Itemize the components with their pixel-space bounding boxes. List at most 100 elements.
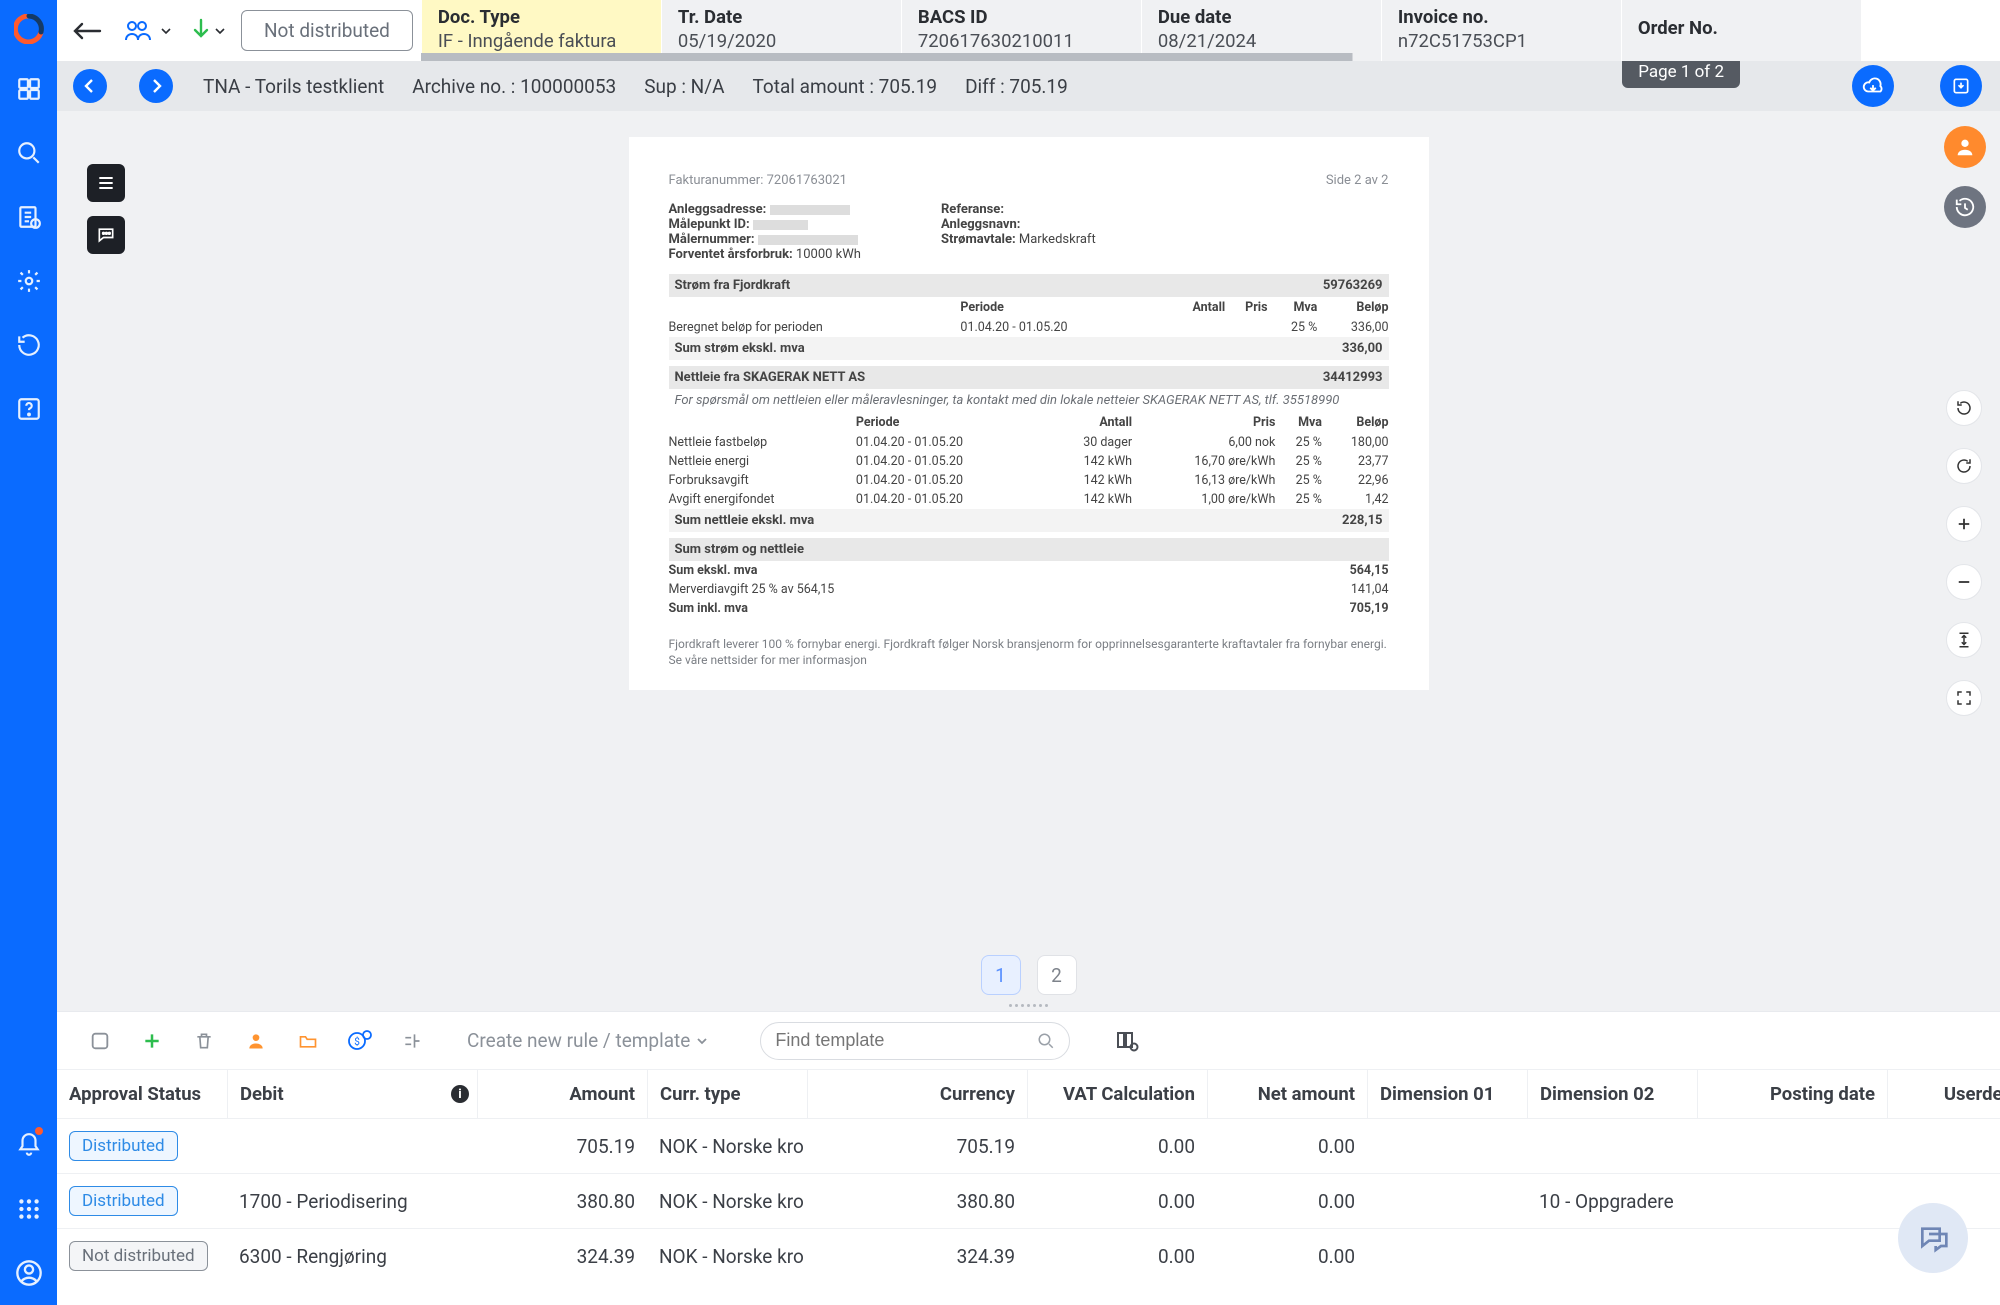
lines-toolbar: $ Create new rule / template (57, 1012, 2000, 1070)
card-bacs-id[interactable]: BACS ID 720617630210011 (901, 0, 1141, 61)
col-net-amount[interactable]: Net amount (1207, 1070, 1367, 1118)
top-bar: Not distributed Doc. Type IF - Inngående… (57, 0, 2000, 61)
assign-user-button[interactable] (1944, 126, 1986, 168)
nav-account[interactable] (0, 1241, 57, 1305)
card-tr-date[interactable]: Tr. Date 05/19/2020 (661, 0, 901, 61)
supplier: Sup : N/A (644, 75, 724, 98)
card-value: 05/19/2020 (678, 30, 885, 52)
fullscreen-button[interactable] (1946, 680, 1982, 716)
grid-row[interactable]: Distributed 1700 - Periodisering 380.80 … (57, 1173, 2000, 1228)
meta-label: Referanse: (941, 202, 1004, 217)
meta-label: Strømavtale: (941, 232, 1016, 247)
col-userdef-15[interactable]: Userdef 15 (1887, 1070, 2000, 1118)
fit-height-button[interactable] (1946, 622, 1982, 658)
folder-button[interactable] (293, 1026, 323, 1056)
right-float-actions (1944, 126, 1986, 228)
cloud-download-button[interactable] (1852, 65, 1894, 107)
card-label: Doc. Type (438, 6, 645, 28)
select-all-checkbox[interactable] (85, 1026, 115, 1056)
annotation-buttons (87, 164, 125, 254)
nav-dashboard[interactable] (0, 57, 57, 121)
page-2-button[interactable]: 2 (1037, 955, 1077, 995)
delete-line-button[interactable] (189, 1026, 219, 1056)
page-1-button[interactable]: 1 (981, 955, 1021, 995)
sum-label: Sum nettleie ekskl. mva (675, 513, 815, 528)
card-invoice-no[interactable]: Invoice no. n72C51753CP1 (1381, 0, 1621, 61)
col-vat-calc[interactable]: VAT Calculation (1027, 1070, 1207, 1118)
nav-documents[interactable] (0, 185, 57, 249)
app-logo (0, 0, 57, 57)
dollar-gear-button[interactable]: $ (345, 1026, 375, 1056)
document-preview-area: Fakturanummer: 72061763021 Side 2 av 2 A… (57, 111, 2000, 1011)
back-button[interactable] (57, 0, 117, 61)
columns-button[interactable] (1112, 1026, 1142, 1056)
save-button[interactable] (1940, 65, 1982, 107)
search-icon (1037, 1032, 1055, 1050)
nav-settings[interactable] (0, 249, 57, 313)
nav-search[interactable] (0, 121, 57, 185)
section-code: 59763269 (1323, 278, 1383, 293)
left-nav-rail (0, 0, 57, 1305)
card-value: 720617630210011 (918, 30, 1125, 52)
rotate-right-button[interactable] (1946, 448, 1982, 484)
section-note: For spørsmål om nettleien eller måleravl… (669, 389, 1389, 412)
create-rule-link[interactable]: Create new rule / template (467, 1029, 708, 1052)
meta-label: Forventet årsforbruk: (669, 247, 793, 262)
nav-notifications[interactable] (0, 1113, 57, 1177)
meta-label: Målernummer: (669, 232, 755, 247)
doc-footer: Fjordkraft leverer 100 % fornybar energi… (669, 636, 1389, 668)
nav-refresh[interactable] (0, 313, 57, 377)
client-name: TNA - Torils testklient (203, 75, 384, 98)
doc-tool-stack (1946, 390, 1982, 716)
comment-button[interactable] (87, 216, 125, 254)
card-label: BACS ID (918, 6, 1125, 28)
card-doc-type[interactable]: Doc. Type IF - Inngående faktura (421, 0, 661, 61)
next-record-button[interactable] (139, 69, 173, 103)
col-posting-date[interactable]: Posting date (1697, 1070, 1887, 1118)
grid-row[interactable]: Not distributed 6300 - Rengjøring 324.39… (57, 1228, 2000, 1283)
meta-value: 10000 kWh (796, 247, 861, 262)
split-button[interactable] (397, 1026, 427, 1056)
find-template-search[interactable] (760, 1022, 1070, 1060)
col-dimension-01[interactable]: Dimension 01 (1367, 1070, 1527, 1118)
assign-line-button[interactable] (241, 1026, 271, 1056)
list-toggle-button[interactable] (87, 164, 125, 202)
find-template-input[interactable] (775, 1030, 1037, 1051)
sum-value: 336,00 (1342, 341, 1383, 356)
invoice-page: Fakturanummer: 72061763021 Side 2 av 2 A… (629, 137, 1429, 690)
card-value: IF - Inngående faktura (438, 30, 645, 52)
doc-title: Fakturanummer: 72061763021 (669, 173, 847, 188)
card-due-date[interactable]: Due date 08/21/2024 (1141, 0, 1381, 61)
grid-row[interactable]: Distributed 705.19 NOK - Norske kro 705.… (57, 1118, 2000, 1173)
page-pager: 1 2 (981, 955, 1077, 995)
card-label: Tr. Date (678, 6, 885, 28)
nav-help[interactable] (0, 377, 57, 441)
meta-label: Målepunkt ID: (669, 217, 750, 232)
status-chip: Distributed (69, 1186, 178, 1216)
prev-record-button[interactable] (73, 69, 107, 103)
resize-grip[interactable] (994, 1004, 1064, 1010)
col-curr-type[interactable]: Curr. type (647, 1070, 807, 1118)
field-card-scroller[interactable]: Doc. Type IF - Inngående faktura Tr. Dat… (421, 0, 2000, 61)
zoom-out-button[interactable] (1946, 564, 1982, 600)
users-dropdown[interactable] (117, 0, 177, 61)
section-title: Nettleie fra SKAGERAK NETT AS (675, 370, 866, 385)
zoom-in-button[interactable] (1946, 506, 1982, 542)
meta-value: Markedskraft (1019, 232, 1096, 247)
col-currency[interactable]: Currency (807, 1070, 1027, 1118)
status-pill[interactable]: Not distributed (241, 10, 413, 51)
col-approval-status[interactable]: Approval Status (57, 1070, 227, 1118)
download-dropdown[interactable] (177, 0, 237, 61)
chat-fab[interactable] (1898, 1203, 1968, 1273)
total-amount: Total amount : 705.19 (752, 75, 937, 98)
sub-header-bar: TNA - Torils testklient Archive no. : 10… (57, 61, 2000, 111)
history-button[interactable] (1944, 186, 1986, 228)
col-debit[interactable]: Debiti (227, 1070, 477, 1118)
col-dimension-02[interactable]: Dimension 02 (1527, 1070, 1697, 1118)
nav-apps[interactable] (0, 1177, 57, 1241)
info-icon[interactable]: i (451, 1085, 469, 1103)
col-amount[interactable]: Amount (477, 1070, 647, 1118)
rotate-left-button[interactable] (1946, 390, 1982, 426)
add-line-button[interactable] (137, 1026, 167, 1056)
card-order-no[interactable]: Order No. (1621, 0, 1861, 61)
